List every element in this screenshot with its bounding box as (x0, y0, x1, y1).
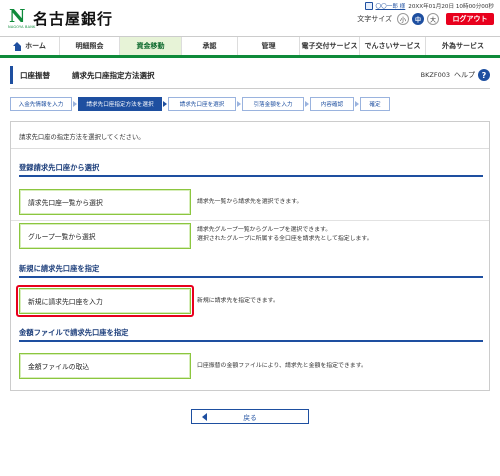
main-panel: 請求先口座の指定方法を選択してください。 登録請求先口座から選択 請求先口座一覧… (10, 121, 490, 391)
step-item: 確定 (360, 97, 390, 111)
intro-text: 請求先口座の指定方法を選択してください。 (19, 134, 145, 141)
nav-item-label: 明細照会 (75, 42, 104, 50)
desc-line: 請求先グループ一覧からグループを選択できます。 (197, 227, 332, 233)
step-item: 入金先情報を入力 (10, 97, 77, 111)
nav-item-label: でんさいサービス (364, 42, 421, 50)
font-size-label: 文字サイズ (357, 15, 392, 23)
progress-steps: 入金先情報を入力 請求先口座指定方法を選択 請求先口座を選択 引落金額を入力 内… (10, 97, 490, 111)
chevron-left-icon (202, 413, 207, 421)
nav-item-densai[interactable]: でんさいサービス (360, 37, 426, 55)
back-label: 戻る (243, 413, 257, 422)
nav-item-label: 管理 (261, 42, 276, 50)
select-from-group-desc: 請求先グループ一覧からグループを選択できます。 選択されたグループに所属する全口… (197, 226, 373, 244)
font-size-small-button[interactable]: 小 (397, 13, 409, 25)
step-item: 内容確認 (310, 97, 359, 111)
home-icon (13, 41, 22, 51)
section-title-file: 金額ファイルで請求先口座を指定 (19, 328, 129, 337)
nav-item-statements[interactable]: 明細照会 (60, 37, 120, 55)
section-underline (19, 175, 483, 177)
step-item: 請求先口座を選択 (168, 97, 241, 111)
logout-button[interactable]: ログアウト (446, 13, 494, 25)
enter-new-account-button[interactable]: 新規に請求先口座を入力 (19, 288, 191, 314)
page-header: 口座振替 請求先口座指定方法選択 BKZF003 ヘルプ ? (10, 66, 490, 84)
divider (11, 148, 489, 149)
bank-name: 名古屋銀行 (33, 9, 114, 28)
nav-item-forex[interactable]: 外為サービス (426, 37, 500, 55)
header-divider (10, 88, 490, 89)
select-from-list-desc: 請求先一覧から請求先を選択できます。 (197, 199, 303, 205)
desc-line: 選択されたグループに所属する全口座を請求先として指定します。 (197, 236, 373, 242)
screen-code: BKZF003 (420, 71, 450, 79)
page-category: 口座振替 (20, 70, 50, 80)
help-label: ヘルプ (454, 71, 475, 79)
bank-logo-mark-icon: N NAGOYA BANK (8, 6, 36, 30)
nav-item-approval[interactable]: 承認 (182, 37, 238, 55)
user-icon (364, 2, 373, 10)
section-title-new: 新規に請求先口座を指定 (19, 264, 100, 273)
section-underline (19, 276, 483, 278)
select-from-list-button[interactable]: 請求先口座一覧から選択 (19, 189, 191, 215)
nav-item-label: 資金移動 (136, 42, 165, 50)
step-item-current: 請求先口座指定方法を選択 (78, 97, 167, 111)
help-icon: ? (478, 69, 490, 81)
divider (11, 220, 489, 221)
nav-item-label: 電子交付サービス (301, 42, 358, 50)
nav-item-management[interactable]: 管理 (238, 37, 300, 55)
nav-item-home[interactable]: ホーム (0, 37, 60, 55)
import-amount-file-button[interactable]: 金額ファイルの取込 (19, 353, 191, 379)
nav-item-e-delivery[interactable]: 電子交付サービス (300, 37, 360, 55)
font-size-large-button[interactable]: 大 (427, 13, 439, 25)
nav-item-label: ホーム (25, 42, 46, 50)
login-time: 20XX年01月20日 10時00分00秒 (408, 4, 494, 10)
font-size-controls: 文字サイズ 小 中 大 ログアウト (357, 13, 494, 25)
user-info: 〇〇一郎 様 20XX年01月20日 10時00分00秒 (364, 2, 494, 10)
import-amount-file-desc: 口座振替の金額ファイルにより、請求先と金額を指定できます。 (197, 363, 367, 369)
section-underline (19, 340, 483, 342)
nav-item-label: 承認 (202, 42, 217, 50)
section-title-registered: 登録請求先口座から選択 (19, 163, 100, 172)
top-bar: N NAGOYA BANK 名古屋銀行 〇〇一郎 様 20XX年01月20日 1… (0, 0, 500, 36)
page-title: 請求先口座指定方法選択 (72, 70, 155, 80)
global-nav: ホーム 明細照会 資金移動 承認 管理 電子交付サービス でんさいサービス 外為… (0, 36, 500, 58)
select-from-group-button[interactable]: グループ一覧から選択 (19, 223, 191, 249)
help-link[interactable]: ヘルプ ? (454, 69, 490, 81)
font-size-medium-button[interactable]: 中 (412, 13, 424, 25)
back-button[interactable]: 戻る (191, 409, 309, 424)
step-item: 引落金額を入力 (242, 97, 309, 111)
nav-item-label: 外為サービス (442, 42, 484, 50)
user-name-link[interactable]: 〇〇一郎 様 (376, 2, 406, 10)
nav-item-fund-transfer[interactable]: 資金移動 (120, 37, 182, 55)
bank-logo[interactable]: N NAGOYA BANK 名古屋銀行 (8, 6, 113, 30)
enter-new-account-desc: 新規に請求先を指定できます。 (197, 298, 279, 304)
